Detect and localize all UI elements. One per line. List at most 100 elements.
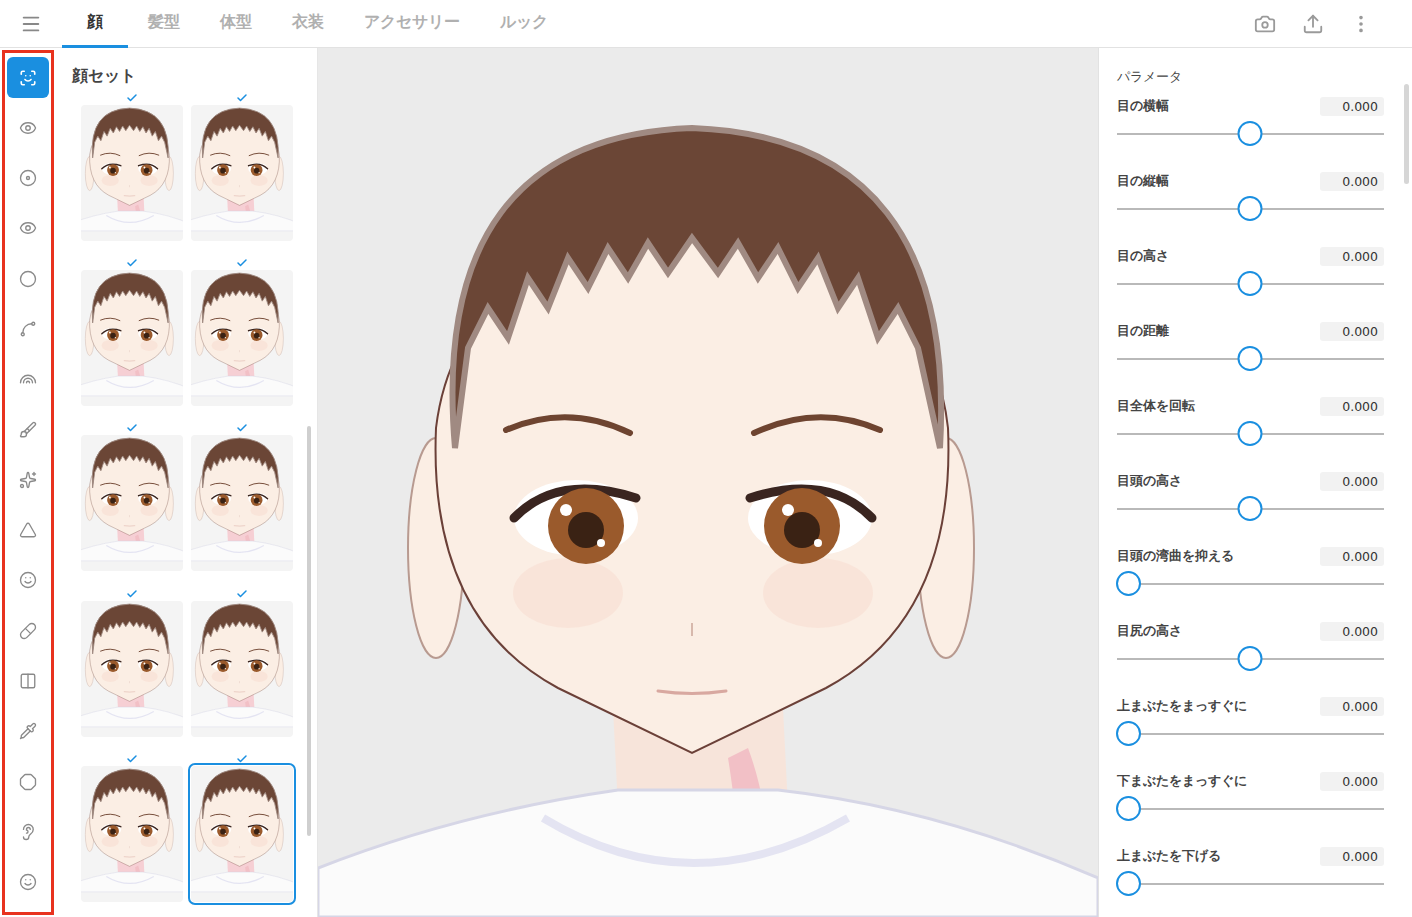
- main-area: 顔セットパラメータ目の横幅0.000目の縦幅0.000目の高さ0.000目の距離…: [0, 48, 1412, 917]
- slider-thumb[interactable]: [1237, 421, 1262, 446]
- sidebar-item[interactable]: [7, 862, 49, 903]
- tab[interactable]: ルック: [480, 0, 568, 48]
- character-preview[interactable]: [318, 48, 1098, 917]
- sidebar-item[interactable]: [7, 57, 49, 98]
- face-set-item[interactable]: [81, 587, 183, 752]
- face-set-item[interactable]: [81, 91, 183, 256]
- check-icon: [236, 752, 248, 766]
- parameter-slider[interactable]: [1117, 196, 1384, 222]
- parameter-slider[interactable]: [1117, 271, 1384, 297]
- parameter-label: 目尻の高さ: [1117, 623, 1182, 640]
- sidebar-item[interactable]: [7, 208, 49, 249]
- sidebar-item[interactable]: [7, 560, 49, 601]
- sidebar-item[interactable]: [7, 459, 49, 500]
- face-set-item[interactable]: [81, 421, 183, 586]
- parameter-value[interactable]: 0.000: [1320, 322, 1384, 341]
- category-icon: [19, 69, 37, 87]
- parameter-label: 目の縦幅: [1117, 173, 1169, 190]
- face-set-item[interactable]: [191, 421, 293, 586]
- parameter-panel: パラメータ目の横幅0.000目の縦幅0.000目の高さ0.000目の距離0.00…: [1098, 48, 1412, 917]
- preview-canvas[interactable]: [318, 48, 1098, 917]
- parameter-label: 上まぶたを下げる: [1117, 848, 1221, 865]
- face-set-item[interactable]: [191, 752, 293, 917]
- face-thumbnail[interactable]: [191, 601, 293, 737]
- parameter-value[interactable]: 0.000: [1320, 97, 1384, 116]
- parameter-slider[interactable]: [1117, 796, 1384, 822]
- sidebar-item[interactable]: [7, 761, 49, 802]
- parameter-slider[interactable]: [1117, 871, 1384, 897]
- tab[interactable]: アクセサリー: [344, 0, 480, 48]
- face-thumbnail[interactable]: [81, 105, 183, 241]
- face-thumbnail[interactable]: [191, 766, 293, 902]
- parameter-value[interactable]: 0.000: [1320, 247, 1384, 266]
- tab[interactable]: 髪型: [128, 0, 200, 48]
- parameter-label: 目全体を回転: [1117, 398, 1195, 415]
- face-thumbnail-image: [81, 435, 183, 571]
- tab[interactable]: 衣装: [272, 0, 344, 48]
- parameter-value[interactable]: 0.000: [1320, 622, 1384, 641]
- category-icon: [19, 521, 37, 539]
- parameter-label: 目頭の湾曲を抑える: [1117, 548, 1234, 565]
- parameter-slider[interactable]: [1117, 496, 1384, 522]
- face-set-item[interactable]: [191, 256, 293, 421]
- face-thumbnail[interactable]: [191, 105, 293, 241]
- tab[interactable]: 顔: [62, 0, 128, 48]
- face-set-item[interactable]: [81, 752, 183, 917]
- camera-icon[interactable]: [1254, 13, 1276, 35]
- parameter-row: 目頭の高さ0.000: [1117, 470, 1384, 545]
- category-icon: [19, 622, 37, 640]
- parameter-slider[interactable]: [1117, 571, 1384, 597]
- tab[interactable]: 体型: [200, 0, 272, 48]
- scrollbar[interactable]: [1404, 84, 1409, 184]
- face-thumbnail[interactable]: [81, 766, 183, 902]
- face-thumbnail[interactable]: [191, 270, 293, 406]
- face-thumbnail[interactable]: [81, 601, 183, 737]
- slider-thumb[interactable]: [1237, 496, 1262, 521]
- face-thumbnail[interactable]: [81, 270, 183, 406]
- parameter-value[interactable]: 0.000: [1320, 472, 1384, 491]
- parameter-slider[interactable]: [1117, 721, 1384, 747]
- parameter-slider[interactable]: [1117, 121, 1384, 147]
- sidebar-item[interactable]: [7, 610, 49, 651]
- category-icon: [19, 571, 37, 589]
- menu-button[interactable]: [0, 0, 62, 47]
- slider-thumb[interactable]: [1116, 796, 1141, 821]
- slider-thumb[interactable]: [1116, 721, 1141, 746]
- parameter-slider[interactable]: [1117, 346, 1384, 372]
- sidebar-item[interactable]: [7, 359, 49, 400]
- parameter-slider[interactable]: [1117, 421, 1384, 447]
- parameter-value[interactable]: 0.000: [1320, 172, 1384, 191]
- face-thumbnail-image: [191, 435, 293, 571]
- parameter-value[interactable]: 0.000: [1320, 697, 1384, 716]
- sidebar-item[interactable]: [7, 158, 49, 199]
- parameter-value[interactable]: 0.000: [1320, 547, 1384, 566]
- sidebar-item[interactable]: [7, 258, 49, 299]
- face-thumbnail[interactable]: [81, 435, 183, 571]
- parameter-slider[interactable]: [1117, 646, 1384, 672]
- parameter-value[interactable]: 0.000: [1320, 772, 1384, 791]
- slider-thumb[interactable]: [1237, 121, 1262, 146]
- scrollbar[interactable]: [307, 426, 311, 836]
- face-set-item[interactable]: [81, 256, 183, 421]
- sidebar-item[interactable]: [7, 510, 49, 551]
- sidebar-item[interactable]: [7, 107, 49, 148]
- face-set-item[interactable]: [191, 91, 293, 256]
- sidebar-item[interactable]: [7, 409, 49, 450]
- face-set-item[interactable]: [191, 587, 293, 752]
- export-icon[interactable]: [1302, 13, 1324, 35]
- slider-thumb[interactable]: [1237, 346, 1262, 371]
- face-thumbnail[interactable]: [191, 435, 293, 571]
- sidebar-item[interactable]: [7, 308, 49, 349]
- sidebar-item[interactable]: [7, 711, 49, 752]
- slider-thumb[interactable]: [1116, 871, 1141, 896]
- sidebar-item[interactable]: [7, 811, 49, 852]
- parameter-value[interactable]: 0.000: [1320, 397, 1384, 416]
- slider-thumb[interactable]: [1237, 196, 1262, 221]
- slider-thumb[interactable]: [1237, 271, 1262, 296]
- menu-icon[interactable]: [20, 13, 42, 35]
- more-icon[interactable]: [1350, 13, 1372, 35]
- parameter-value[interactable]: 0.000: [1320, 847, 1384, 866]
- slider-thumb[interactable]: [1237, 646, 1262, 671]
- sidebar-item[interactable]: [7, 661, 49, 702]
- slider-thumb[interactable]: [1116, 571, 1141, 596]
